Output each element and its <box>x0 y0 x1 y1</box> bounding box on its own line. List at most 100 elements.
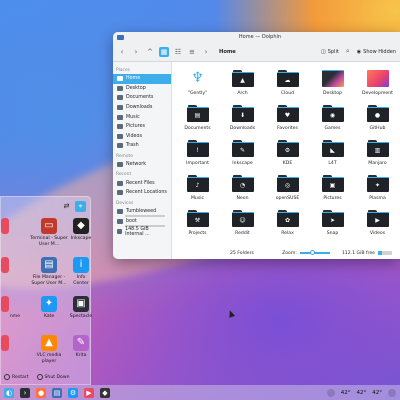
launcher-app[interactable]: ▣ Spectacle <box>69 296 93 335</box>
folder-label: GitHub <box>369 126 386 131</box>
app-grid: ▭ Terminal - Super User M... ◆ Inkscape ▤ Fil… <box>1 215 93 374</box>
show-hidden-button[interactable]: ◉ Show Hidden <box>357 49 396 55</box>
places-item-pictures[interactable]: Pictures <box>113 122 171 132</box>
places-item-documents[interactable]: Documents <box>113 93 171 103</box>
folder-item[interactable]: ☁ Cloud <box>265 66 310 101</box>
dolphin-task-icon[interactable]: ▤ <box>52 387 62 398</box>
pin-icon[interactable]: ⌖ <box>75 200 86 212</box>
shutdown-button[interactable]: Shut Down <box>36 374 70 380</box>
system-tray: 42° 42° 42° <box>326 388 396 397</box>
places-item-trash[interactable]: Trash <box>113 141 171 151</box>
settings-task-icon[interactable]: ⚙ <box>68 387 78 398</box>
places-item-desktop[interactable]: Desktop <box>113 84 171 94</box>
details-view-icon[interactable]: ≡ <box>187 47 197 57</box>
launcher-app-label: nme <box>9 314 21 319</box>
folder-label: Pictures <box>323 196 342 201</box>
remote-section-title: Remote <box>116 153 133 159</box>
places-item-internal-drive[interactable]: 148.5 GiB Internal ... <box>113 227 171 237</box>
folder-item[interactable]: ⚒ Projects <box>175 206 220 241</box>
places-item-network[interactable]: Network <box>113 160 171 170</box>
folder-item[interactable]: ♪ Music <box>175 171 220 206</box>
search-icon[interactable]: ⌕ <box>343 47 353 57</box>
launcher-app[interactable]: nme <box>1 296 29 335</box>
launcher-app[interactable]: ▲ VLC media player <box>29 335 69 374</box>
folder-item[interactable]: Desktop <box>310 66 355 101</box>
folder-label: Desktop <box>323 91 342 96</box>
title-bar[interactable]: Home — Dolphin <box>113 32 400 42</box>
folder-label: Downloads <box>229 126 256 131</box>
folder-label: Inkscape <box>232 161 253 166</box>
breadcrumb[interactable]: Home <box>219 49 317 55</box>
places-item-recent-files[interactable]: Recent Files <box>113 178 171 188</box>
zoom-slider-handle[interactable] <box>309 250 315 256</box>
launcher-header: ⇄ ⌖ <box>1 197 90 215</box>
launcher-app[interactable]: ✎ Krita <box>69 335 93 374</box>
launcher-app-label: Kate <box>43 314 55 319</box>
snap-folder-icon: ➤ <box>321 210 344 227</box>
split-button[interactable]: ◫ Split <box>321 49 339 55</box>
folder-item[interactable]: ➤ Snap <box>310 206 355 241</box>
folder-item[interactable]: ✦ Plasma <box>355 171 400 206</box>
swap-icon[interactable]: ⇄ <box>61 201 72 212</box>
folder-item[interactable]: ▶ Videos <box>355 206 400 241</box>
launcher-app[interactable] <box>1 257 29 296</box>
gently-folder-icon: ♆ <box>191 70 204 86</box>
discover-task-icon[interactable]: ◆ <box>100 387 110 398</box>
restart-button[interactable]: Restart <box>4 374 29 380</box>
file-view[interactable]: ♆ "Gently" ▲ Arch ☁ Cloud Desktop Development ▤ D… <box>172 62 400 259</box>
launcher-app[interactable]: ▤ File Manager - Super User M... <box>29 257 69 296</box>
folder-label: openSUSE <box>275 196 300 201</box>
launcher-app[interactable] <box>1 335 29 374</box>
firefox-task-icon[interactable]: ● <box>36 387 46 398</box>
launcher-app[interactable]: ◆ Inkscape <box>69 218 93 257</box>
folder-item[interactable]: ◉ Games <box>310 101 355 136</box>
forward-icon[interactable]: › <box>131 47 141 57</box>
folder-item[interactable]: ☺ Reddit <box>220 206 265 241</box>
zoom-slider[interactable] <box>299 250 330 256</box>
launcher-app[interactable]: ▭ Terminal - Super User M... <box>29 218 69 257</box>
up-icon[interactable]: ^ <box>145 47 155 57</box>
media-task-icon[interactable]: ▶ <box>84 387 94 398</box>
launcher-app[interactable]: ✦ Kate <box>29 296 69 335</box>
icon-view-icon[interactable]: ▦ <box>159 46 169 57</box>
places-item-music[interactable]: Music <box>113 112 171 122</box>
places-item-downloads[interactable]: Downloads <box>113 103 171 113</box>
krita-icon: ✎ <box>73 335 89 351</box>
folder-item[interactable]: ◔ Neon <box>220 171 265 206</box>
folder-item[interactable]: ♥ Favorites <box>265 101 310 136</box>
folder-item[interactable]: ▲ Arch <box>220 66 265 101</box>
folder-item[interactable]: Development <box>355 66 400 101</box>
compact-view-icon[interactable]: ☷ <box>173 47 183 57</box>
folder-item[interactable]: ▣ Pictures <box>310 171 355 206</box>
back-icon[interactable]: ‹ <box>117 47 127 57</box>
folder-item[interactable]: ✎ Inkscape <box>220 136 265 171</box>
folder-item[interactable]: ⬇ Downloads <box>220 101 265 136</box>
partial-icon <box>1 296 9 312</box>
folder-item[interactable]: ! Important <box>175 136 220 171</box>
folder-item[interactable]: ▥ Manjaro <box>355 136 400 171</box>
folder-item[interactable]: ▤ Documents <box>175 101 220 136</box>
network-tray-icon[interactable] <box>388 388 396 397</box>
folder-label: Snap <box>326 231 339 236</box>
launcher-app[interactable] <box>1 218 29 257</box>
folder-item[interactable]: ● GitHub <box>355 101 400 136</box>
launcher-app-label: Inkscape <box>70 236 92 241</box>
folder-item[interactable]: ♆ "Gently" <box>175 66 220 101</box>
places-item-recent-locations[interactable]: Recent Locations <box>113 188 171 198</box>
folder-item[interactable]: ◎ openSUSE <box>265 171 310 206</box>
cpu-monitor-icon[interactable] <box>326 388 335 397</box>
recent-files-icon <box>117 180 123 186</box>
restart-icon <box>4 374 10 380</box>
folder-label: Games <box>324 126 341 131</box>
folder-item[interactable]: ✿ Relax <box>265 206 310 241</box>
launcher-app[interactable]: i Info Center <box>69 257 93 296</box>
folder-item[interactable]: ◣ L4T <box>310 136 355 171</box>
games-folder-icon: ◉ <box>321 105 344 122</box>
places-item-home[interactable]: Home <box>113 74 171 84</box>
app-menu-icon[interactable]: ◐ <box>4 387 14 398</box>
places-item-videos[interactable]: Videos <box>113 132 171 142</box>
folder-label: Reddit <box>235 231 250 236</box>
folder-label: Development <box>362 91 393 96</box>
folder-item[interactable]: ⚙ KDE <box>265 136 310 171</box>
terminal-task-icon[interactable]: › <box>20 387 30 398</box>
